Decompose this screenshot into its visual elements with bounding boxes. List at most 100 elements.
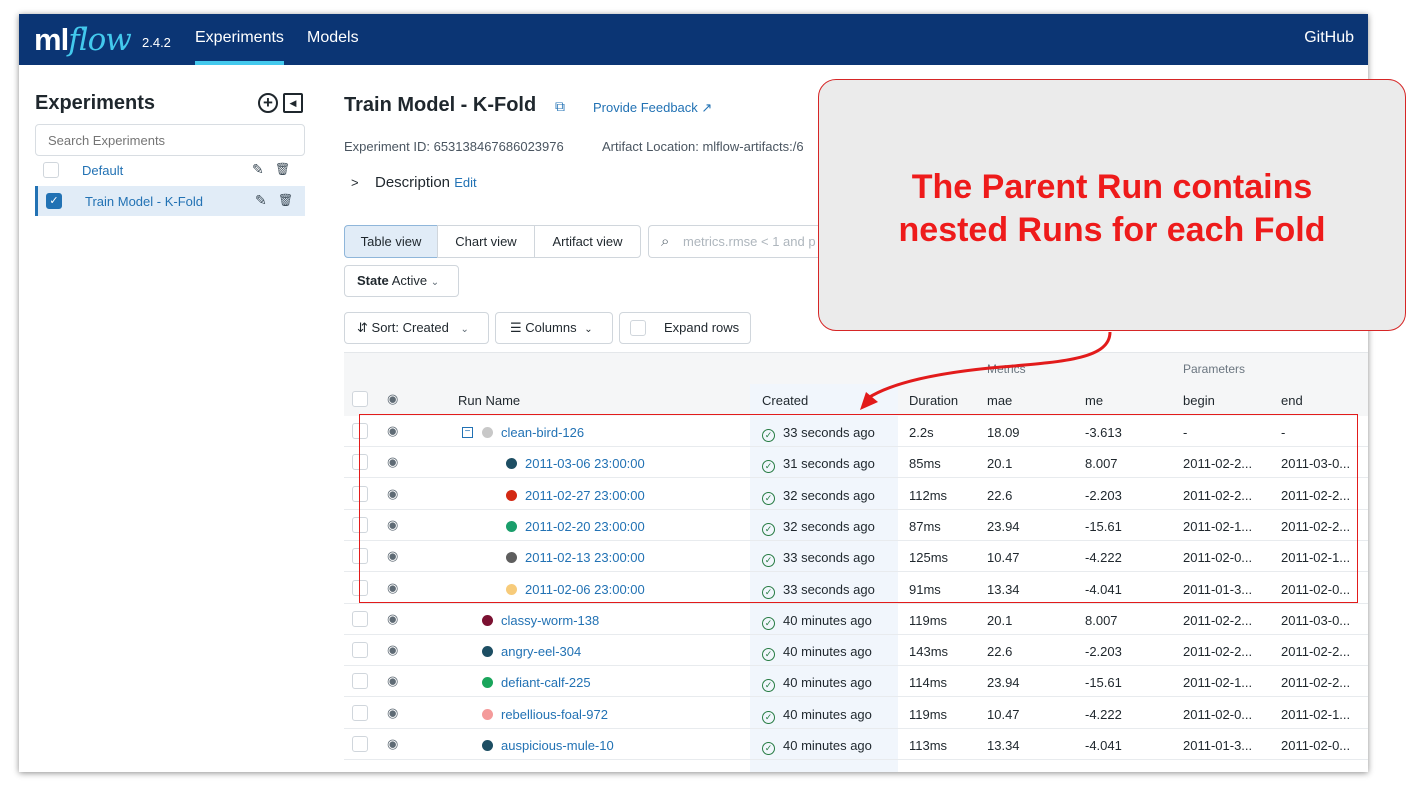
experiment-checkbox[interactable] bbox=[43, 162, 59, 178]
run-name-link[interactable]: classy-worm-138 bbox=[501, 613, 599, 628]
nested-runs-highlight bbox=[359, 414, 1358, 603]
created-cell: ✓ 40 minutes ago bbox=[762, 738, 872, 755]
me-cell: -4.222 bbox=[1085, 706, 1122, 722]
parameters-group-header: Parameters bbox=[1183, 362, 1246, 376]
row-checkbox[interactable] bbox=[352, 642, 368, 659]
mlflow-logo[interactable]: mlflow bbox=[34, 22, 132, 58]
check-circle-icon: ✓ bbox=[762, 742, 775, 755]
expand-rows-checkbox[interactable] bbox=[630, 320, 646, 336]
experiment-id: Experiment ID: 653138467686023976 bbox=[344, 139, 564, 154]
pencil-icon[interactable]: ✎ bbox=[252, 161, 264, 178]
search-experiments-input[interactable] bbox=[35, 124, 305, 156]
mae-cell: 20.1 bbox=[987, 612, 1013, 628]
column-header-me[interactable]: me bbox=[1085, 393, 1103, 408]
sidebar-title: Experiments bbox=[35, 92, 156, 114]
begin-cell: 2011-01-3... bbox=[1183, 738, 1253, 753]
nav-models[interactable]: Models bbox=[307, 29, 359, 47]
table-row[interactable]: ◉ classy-worm-138 ✓ 40 minutes ago 119ms 20.1… bbox=[344, 604, 1368, 635]
top-navigation-bar: mlflow 2.4.2 Experiments Models GitHub bbox=[19, 14, 1368, 65]
check-circle-icon: ✓ bbox=[762, 710, 775, 724]
trash-icon[interactable]: 🗑 bbox=[278, 193, 293, 207]
chevron-down-icon: ⌄ bbox=[584, 324, 593, 335]
table-row[interactable]: ◉ defiant-calf-225 ✓ 40 minutes ago 114ms 23.… bbox=[344, 666, 1368, 698]
columns-dropdown[interactable]: ☰ Columns ⌄ bbox=[495, 312, 613, 344]
run-color-dot bbox=[482, 646, 493, 658]
begin-cell: 2011-02-2... bbox=[1183, 612, 1253, 628]
active-nav-indicator bbox=[195, 61, 284, 65]
end-cell: 2011-03-0... bbox=[1281, 612, 1351, 628]
me-cell: -15.61 bbox=[1085, 675, 1122, 691]
experiment-checkbox-checked[interactable]: ✓ bbox=[46, 193, 62, 209]
experiment-label[interactable]: Default bbox=[82, 163, 123, 178]
collapse-sidebar-icon[interactable]: ◀ bbox=[283, 93, 303, 113]
sort-icon: ⇵ bbox=[357, 320, 368, 335]
eye-icon[interactable]: ◉ bbox=[387, 642, 398, 658]
column-header-duration[interactable]: Duration bbox=[909, 393, 958, 408]
eye-icon[interactable]: ◉ bbox=[387, 391, 398, 407]
select-all-checkbox[interactable] bbox=[352, 391, 368, 407]
sort-dropdown[interactable]: ⇵ Sort: Created ⌄ bbox=[344, 312, 489, 344]
mae-cell: 23.94 bbox=[987, 675, 1020, 691]
search-icon: ⌕ bbox=[661, 233, 670, 250]
sidebar-item-default[interactable]: Default ✎ 🗑 bbox=[35, 155, 305, 185]
column-header-begin[interactable]: begin bbox=[1183, 393, 1215, 408]
mae-cell: 10.47 bbox=[987, 706, 1020, 722]
table-row[interactable]: ◉ rebellious-foal-972 ✓ 40 minutes ago 119ms… bbox=[344, 698, 1368, 729]
chevron-down-icon: ⌄ bbox=[460, 324, 469, 335]
sidebar-item-train-model[interactable]: ✓ Train Model - K-Fold ✎ 🗑 bbox=[35, 186, 305, 216]
run-name-link[interactable]: angry-eel-304 bbox=[501, 644, 581, 659]
created-cell: ✓ 40 minutes ago bbox=[762, 613, 872, 630]
nav-experiments[interactable]: Experiments bbox=[195, 29, 284, 47]
experiment-title: Train Model - K-Fold bbox=[344, 94, 537, 116]
run-color-dot bbox=[482, 740, 493, 751]
begin-cell: 2011-02-1... bbox=[1183, 675, 1253, 691]
description-toggle[interactable]: > Description Edit bbox=[351, 174, 477, 191]
eye-icon[interactable]: ◉ bbox=[387, 705, 398, 721]
provide-feedback-link[interactable]: Provide Feedback ↗ bbox=[593, 100, 712, 116]
duration-cell: 113ms bbox=[909, 738, 948, 753]
begin-cell: 2011-02-2... bbox=[1183, 644, 1253, 660]
check-circle-icon: ✓ bbox=[762, 648, 775, 662]
eye-icon[interactable]: ◉ bbox=[387, 736, 398, 752]
annotation-text: The Parent Run contains nested Runs for … bbox=[898, 168, 1326, 249]
table-row[interactable]: ◉ angry-eel-304 ✓ 40 minutes ago 143ms 22.6 -2… bbox=[344, 635, 1368, 667]
duration-cell: 119ms bbox=[909, 706, 948, 722]
row-checkbox[interactable] bbox=[352, 704, 368, 721]
run-name-link[interactable]: auspicious-mule-10 bbox=[501, 738, 614, 753]
end-cell: 2011-02-0... bbox=[1281, 738, 1351, 753]
column-header-created[interactable]: Created bbox=[762, 393, 808, 408]
check-circle-icon: ✓ bbox=[762, 679, 775, 693]
tab-chart-view[interactable]: Chart view bbox=[437, 225, 535, 258]
annotation-callout: The Parent Run contains nested Runs for … bbox=[818, 79, 1406, 331]
copy-icon[interactable]: ⧉ bbox=[555, 98, 565, 115]
begin-cell: 2011-02-0... bbox=[1183, 706, 1253, 722]
column-header-run-name[interactable]: Run Name bbox=[458, 393, 520, 408]
eye-icon[interactable]: ◉ bbox=[387, 673, 398, 689]
table-row[interactable]: ◉ auspicious-mule-10 ✓ 40 minutes ago 113ms 1… bbox=[344, 729, 1368, 760]
trash-icon[interactable]: 🗑 bbox=[275, 162, 290, 176]
created-cell: ✓ 40 minutes ago bbox=[762, 675, 872, 693]
end-cell: 2011-02-1... bbox=[1281, 706, 1351, 722]
column-header-mae[interactable]: mae bbox=[987, 393, 1012, 408]
row-checkbox[interactable] bbox=[352, 610, 368, 627]
run-name-link[interactable]: defiant-calf-225 bbox=[501, 675, 591, 690]
column-header-end[interactable]: end bbox=[1281, 393, 1303, 408]
row-checkbox[interactable] bbox=[352, 673, 368, 690]
eye-icon[interactable]: ◉ bbox=[387, 611, 398, 627]
edit-description-link[interactable]: Edit bbox=[454, 175, 476, 190]
version-label: 2.4.2 bbox=[142, 35, 171, 50]
pencil-icon[interactable]: ✎ bbox=[255, 192, 267, 209]
state-filter-dropdown[interactable]: State Active ⌄ bbox=[344, 265, 459, 297]
columns-icon: ☰ bbox=[510, 320, 522, 335]
add-experiment-icon[interactable]: + bbox=[258, 93, 278, 113]
me-cell: 8.007 bbox=[1085, 612, 1118, 628]
tab-artifact-view[interactable]: Artifact view bbox=[534, 225, 641, 258]
run-name-link[interactable]: rebellious-foal-972 bbox=[501, 707, 608, 722]
expand-rows-toggle[interactable]: Expand rows bbox=[619, 312, 751, 344]
chevron-right-icon[interactable]: > bbox=[351, 175, 375, 190]
row-checkbox[interactable] bbox=[352, 736, 368, 752]
nav-github[interactable]: GitHub bbox=[1304, 29, 1354, 47]
artifact-location: Artifact Location: mlflow-artifacts:/6 bbox=[602, 139, 804, 154]
experiment-label[interactable]: Train Model - K-Fold bbox=[85, 194, 203, 209]
tab-table-view[interactable]: Table view bbox=[344, 225, 438, 258]
